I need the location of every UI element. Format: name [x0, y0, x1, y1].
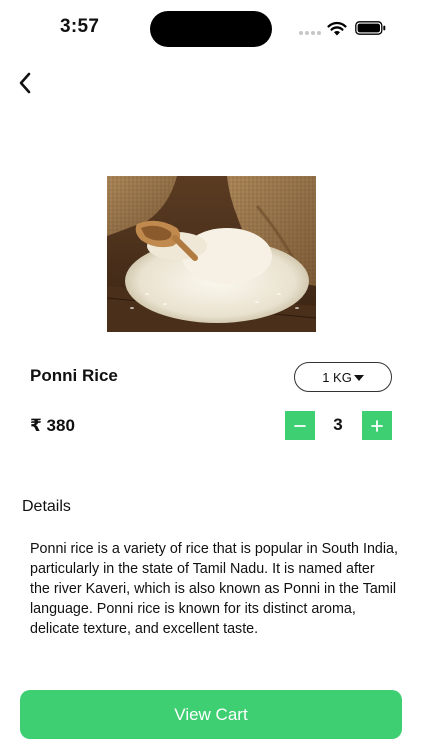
plus-icon	[371, 419, 383, 432]
dynamic-island	[150, 11, 272, 47]
cellular-signal-icon	[299, 31, 321, 35]
quantity-value: 3	[333, 415, 343, 434]
chevron-left-icon	[19, 72, 31, 94]
view-cart-label: View Cart	[174, 704, 248, 724]
details-description: Ponni rice is a variety of rice that is …	[30, 541, 398, 637]
product-image	[107, 176, 316, 332]
weight-dropdown[interactable]: 1 KG	[294, 362, 392, 392]
increment-quantity-button[interactable]	[362, 411, 392, 440]
caret-down-icon	[353, 374, 364, 381]
product-name: Ponni Rice	[30, 366, 118, 385]
decrement-quantity-button[interactable]	[285, 411, 315, 440]
wifi-icon	[327, 21, 347, 36]
weight-dropdown-value: 1 KG	[322, 369, 352, 385]
status-bar: 3:57	[0, 0, 422, 56]
view-cart-button[interactable]: View Cart	[20, 690, 402, 739]
back-button[interactable]	[10, 68, 40, 98]
status-time: 3:57	[60, 16, 100, 37]
product-price: ₹ 380	[30, 416, 75, 435]
battery-icon	[355, 21, 386, 35]
details-heading: Details	[22, 498, 71, 515]
minus-icon	[294, 424, 306, 427]
